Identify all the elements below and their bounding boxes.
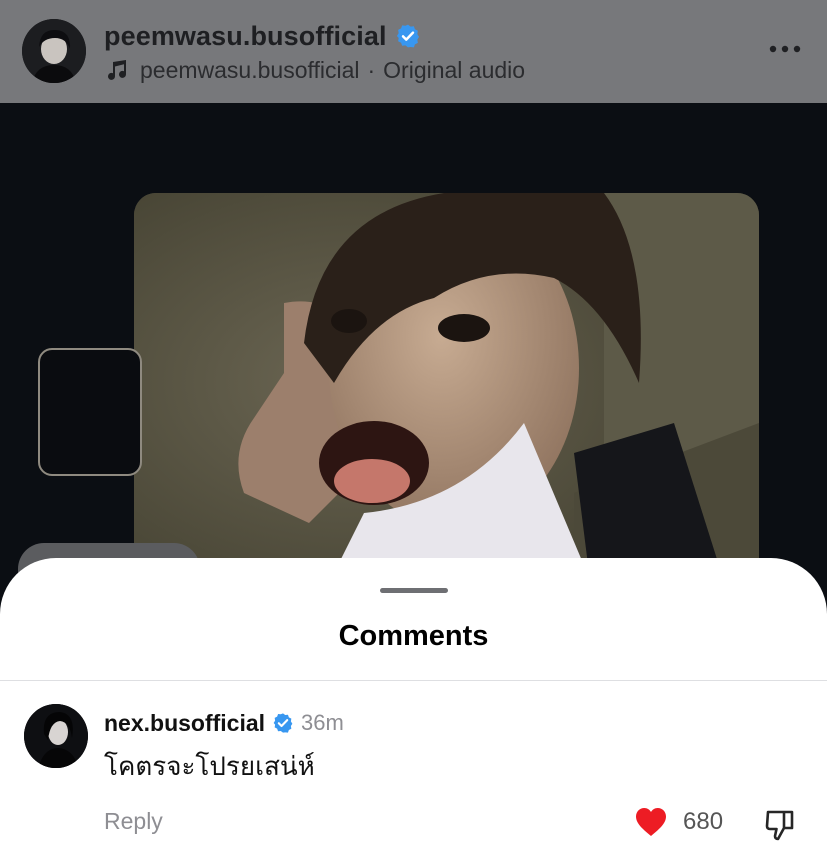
- reply-button[interactable]: Reply: [104, 808, 163, 835]
- comment-text: โคตรจะโปรยเสน่ห์: [104, 751, 315, 781]
- comment-timestamp: 36m: [301, 710, 344, 735]
- video-still-image: [134, 193, 759, 603]
- commenter-username[interactable]: nex.busofficial: [104, 710, 265, 737]
- sheet-grabber[interactable]: [380, 588, 448, 593]
- verified-badge-icon: [273, 713, 293, 733]
- like-count: 680: [683, 808, 724, 835]
- commenter-avatar[interactable]: [24, 704, 88, 768]
- author-avatar[interactable]: [22, 19, 86, 83]
- audio-owner: peemwasu.busofficial: [140, 56, 360, 83]
- pip-overlay: [38, 348, 142, 476]
- audio-separator: ·: [367, 56, 376, 83]
- verified-badge-icon: [396, 24, 419, 48]
- like-control: 680: [634, 806, 723, 838]
- heart-filled-icon[interactable]: [634, 806, 668, 838]
- reel-video[interactable]: [0, 103, 827, 603]
- reel-header: peemwasu.busofficial peemwasu.busofficia…: [0, 0, 827, 103]
- comments-title: Comments: [338, 620, 489, 652]
- comment-header: nex.busofficial 36m: [104, 706, 344, 740]
- thumbs-down-icon[interactable]: [764, 808, 796, 842]
- audio-title: Original audio: [383, 56, 526, 83]
- author-name-row: peemwasu.busofficial: [104, 18, 421, 54]
- comments-sheet: Comments nex.busofficial 36m โคตรจะโปรยเ…: [0, 558, 827, 858]
- music-note-icon: [108, 60, 126, 80]
- more-options-icon[interactable]: [765, 34, 805, 64]
- video-frame: [134, 193, 759, 603]
- author-username[interactable]: peemwasu.busofficial: [104, 21, 387, 52]
- sheet-divider: [0, 680, 827, 681]
- audio-row[interactable]: peemwasu.busofficial · Original audio: [104, 56, 525, 84]
